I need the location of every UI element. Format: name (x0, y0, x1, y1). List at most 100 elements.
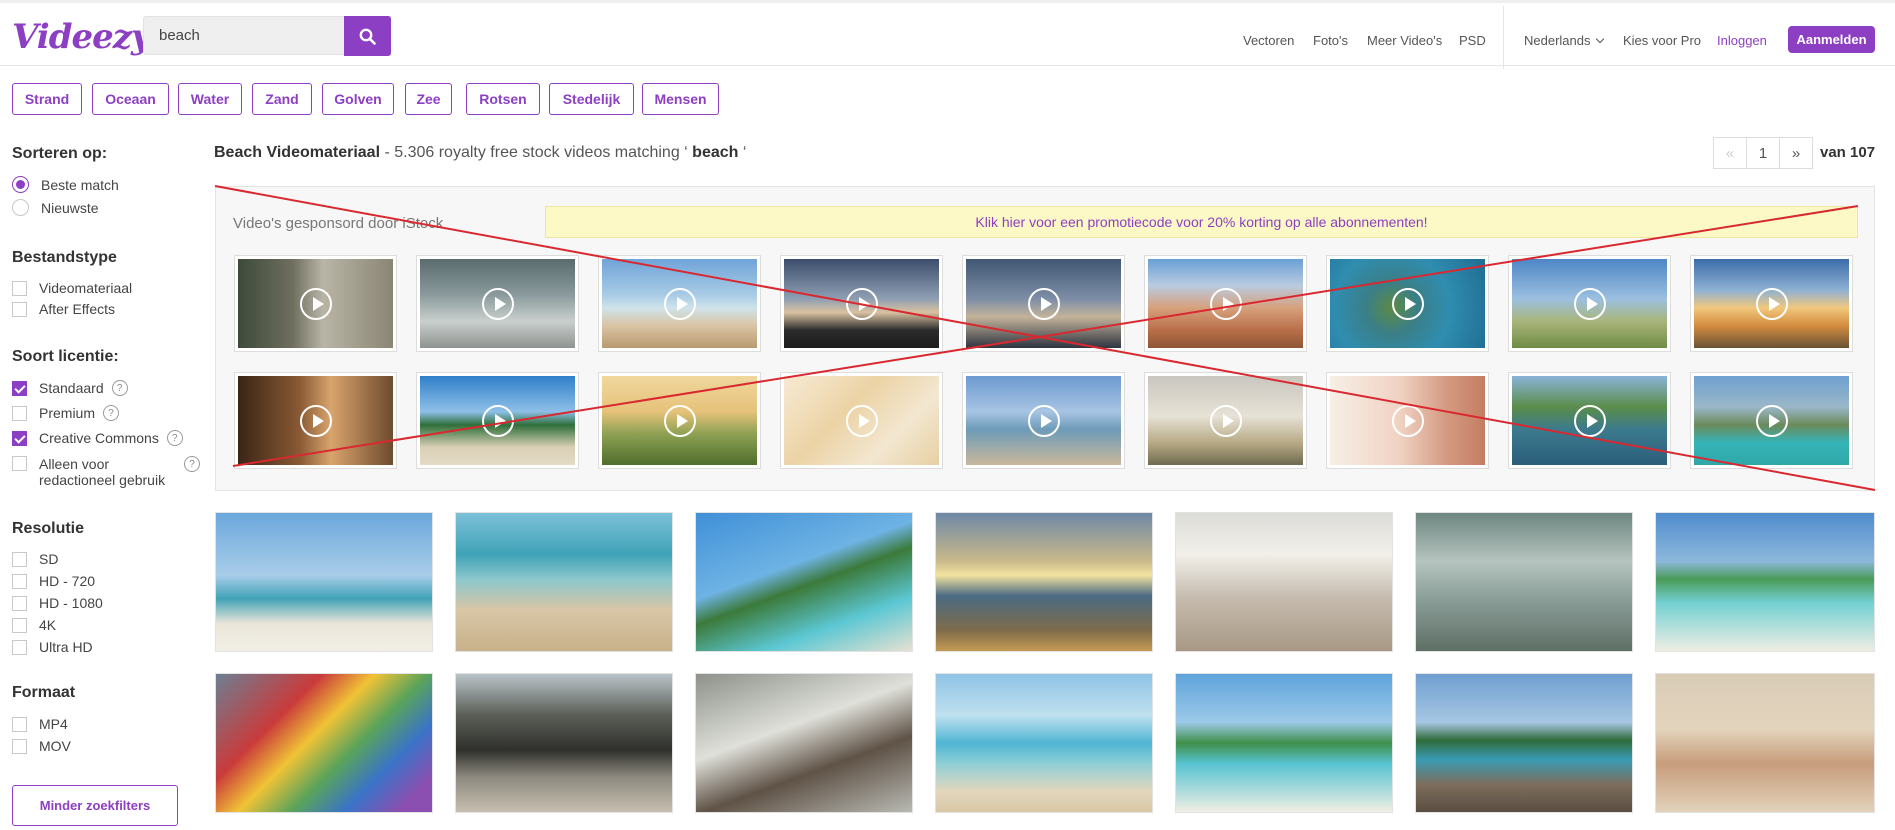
help-icon[interactable]: ? (103, 405, 120, 421)
videezy-logo[interactable]: Videezy (12, 17, 151, 57)
filter-hd-1080[interactable]: HD - 1080 (12, 595, 103, 611)
tag-zand[interactable]: Zand (252, 83, 312, 115)
help-icon[interactable]: ? (166, 430, 183, 446)
filter-hd-720[interactable]: HD - 720 (12, 573, 95, 589)
search-button[interactable] (344, 16, 391, 56)
filter-standaard[interactable]: Standaard? (12, 380, 128, 396)
help-icon[interactable]: ? (111, 380, 128, 396)
checkbox[interactable] (12, 738, 27, 754)
video-thumb[interactable] (1415, 512, 1633, 652)
results-quote: ‘ (742, 144, 747, 161)
less-filters-button[interactable]: Minder zoekfilters (12, 785, 178, 826)
radio-button[interactable] (12, 199, 29, 216)
sponsored-video-thumb[interactable] (598, 255, 761, 352)
sponsored-video-thumb[interactable] (1144, 255, 1307, 352)
checkbox[interactable] (12, 551, 27, 567)
checkbox[interactable] (12, 456, 27, 471)
tag-rotsen[interactable]: Rotsen (466, 83, 540, 115)
video-thumb[interactable] (455, 673, 673, 813)
sponsored-video-thumb[interactable] (1690, 255, 1853, 352)
checkbox[interactable] (12, 380, 27, 396)
video-thumb[interactable] (455, 512, 673, 652)
nav-pro[interactable]: Kies voor Pro (1623, 33, 1701, 48)
filter-mp4[interactable]: MP4 (12, 716, 68, 732)
checkbox[interactable] (12, 639, 27, 655)
filter-after-effects[interactable]: After Effects (12, 301, 115, 317)
sponsored-video-thumb[interactable] (1690, 372, 1853, 469)
filter-label: Alleen voor redactioneel gebruik (39, 456, 174, 488)
nav-psd[interactable]: PSD (1459, 33, 1486, 48)
sponsored-video-thumb[interactable] (1144, 372, 1307, 469)
filter-ultra-hd[interactable]: Ultra HD (12, 639, 93, 655)
help-icon[interactable]: ? (184, 456, 200, 472)
pagination-next[interactable]: » (1779, 137, 1813, 169)
login-link[interactable]: Inloggen (1717, 33, 1767, 48)
sponsored-video-thumb[interactable] (1508, 372, 1671, 469)
sponsored-video-thumb[interactable] (780, 255, 943, 352)
filter-label: Premium (39, 405, 96, 421)
radio-button[interactable] (12, 176, 29, 193)
sponsored-video-thumb[interactable] (234, 372, 397, 469)
video-thumb[interactable] (935, 512, 1153, 652)
video-thumb[interactable] (695, 512, 913, 652)
checkbox[interactable] (12, 405, 27, 421)
signup-button[interactable]: Aanmelden (1788, 26, 1875, 53)
sort-option-newest[interactable]: Nieuwste (12, 199, 99, 216)
play-icon (663, 404, 696, 437)
tag-stedelijk[interactable]: Stedelijk (549, 83, 634, 115)
sort-option-label: Beste match (41, 176, 119, 193)
tag-strand[interactable]: Strand (12, 83, 82, 115)
sponsored-video-thumb[interactable] (1508, 255, 1671, 352)
language-dropdown[interactable]: Nederlands (1524, 33, 1604, 48)
sponsored-video-thumb[interactable] (1326, 372, 1489, 469)
tag-zee[interactable]: Zee (405, 83, 452, 115)
tag-water[interactable]: Water (178, 83, 242, 115)
play-icon (1027, 404, 1060, 437)
video-thumb[interactable] (695, 673, 913, 813)
video-thumb[interactable] (1415, 673, 1633, 813)
video-thumb[interactable] (215, 512, 433, 652)
sponsored-video-thumb[interactable] (416, 372, 579, 469)
filter-videomateriaal[interactable]: Videomateriaal (12, 280, 132, 296)
video-thumb[interactable] (1655, 673, 1875, 813)
sort-option-best[interactable]: Beste match (12, 176, 119, 193)
sponsored-video-thumb[interactable] (1326, 255, 1489, 352)
checkbox[interactable] (12, 595, 27, 611)
pagination-page[interactable]: 1 (1746, 137, 1780, 169)
filter-sd[interactable]: SD (12, 551, 58, 567)
sponsored-video-thumb[interactable] (598, 372, 761, 469)
nav-vectoren[interactable]: Vectoren (1243, 33, 1294, 48)
video-thumb[interactable] (1175, 512, 1393, 652)
tag-golven[interactable]: Golven (322, 83, 394, 115)
checkbox[interactable] (12, 301, 27, 317)
tag-oceaan[interactable]: Oceaan (92, 83, 169, 115)
sponsored-video-thumb[interactable] (416, 255, 579, 352)
filter-premium[interactable]: Premium? (12, 405, 120, 421)
sponsored-video-thumb[interactable] (962, 255, 1125, 352)
video-thumb[interactable] (1655, 512, 1875, 652)
nav-fotos[interactable]: Foto's (1313, 33, 1348, 48)
sponsored-video-thumb[interactable] (234, 255, 397, 352)
checkbox[interactable] (12, 430, 27, 446)
tag-mensen[interactable]: Mensen (642, 83, 719, 115)
filter-label: Creative Commons (39, 430, 159, 446)
video-thumb[interactable] (935, 673, 1153, 813)
sponsored-video-thumb[interactable] (962, 372, 1125, 469)
filter-editorial[interactable]: Alleen voor redactioneel gebruik ? (12, 456, 200, 488)
checkbox[interactable] (12, 280, 27, 296)
video-thumb[interactable] (215, 673, 433, 813)
video-thumb[interactable] (1175, 673, 1393, 813)
results-count: - 5.306 royalty free stock videos matchi… (380, 144, 688, 161)
checkbox[interactable] (12, 716, 27, 732)
filter-4k[interactable]: 4K (12, 617, 56, 633)
checkbox[interactable] (12, 617, 27, 633)
pagination-prev[interactable]: « (1713, 137, 1747, 169)
checkbox[interactable] (12, 573, 27, 589)
promo-banner[interactable]: Klik hier voor een promotiecode voor 20%… (545, 206, 1858, 238)
filter-mov[interactable]: MOV (12, 738, 71, 754)
nav-meer-videos[interactable]: Meer Video's (1367, 33, 1442, 48)
chevron-down-icon (1595, 34, 1604, 44)
sponsored-video-thumb[interactable] (780, 372, 943, 469)
filter-creative-commons[interactable]: Creative Commons? (12, 430, 183, 446)
play-icon (1573, 287, 1606, 320)
